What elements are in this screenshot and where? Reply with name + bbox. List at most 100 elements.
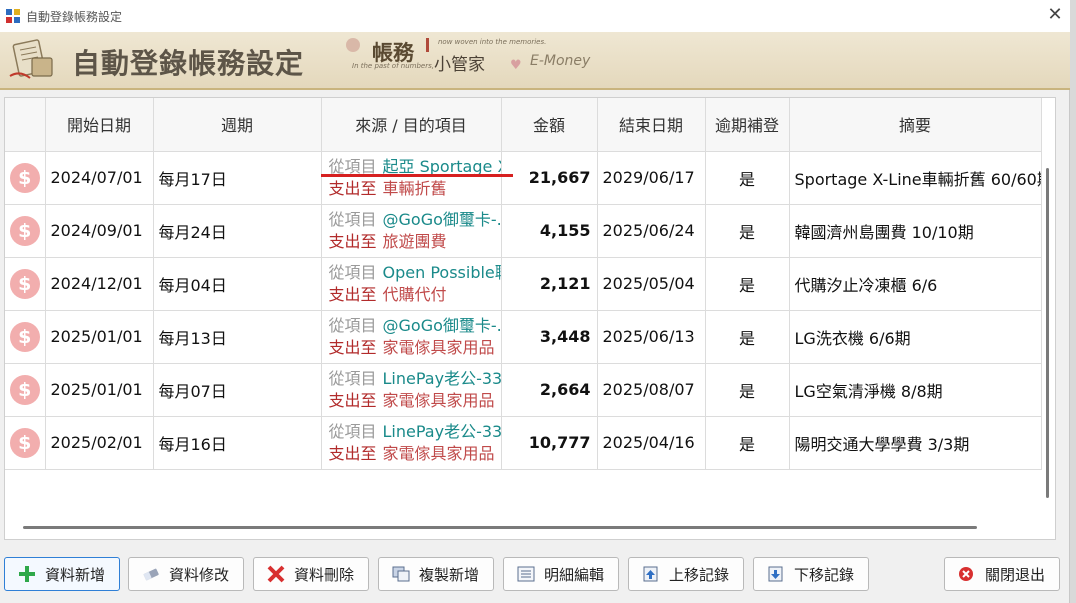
window-title: 自動登錄帳務設定 [26,10,123,24]
cell-memo[interactable]: 韓國濟州島團費 10/10期 [789,204,1042,258]
table-row[interactable]: $ 2025/01/01 每月07日 從項目 LinePay老公-33 支出至 家電… [5,363,1042,417]
cell-source-target[interactable]: 從項目 @GoGo御璽卡-. 支出至 旅遊團費 [321,204,502,258]
delete-record-button[interactable]: 資料刪除 [253,557,369,591]
cell-source-target[interactable]: 從項目 起亞 Sportage X 支出至 車輛折舊 [321,151,502,205]
from-item: @GoGo御璽卡-. [382,209,501,229]
add-record-button[interactable]: 資料新增 [4,557,120,591]
table-row[interactable]: $ 2025/01/01 每月13日 從項目 @GoGo御璽卡-. 支出至 家電傢具… [5,310,1042,364]
cell-memo[interactable]: Sportage X-Line車輛折舊 60/60期 [789,151,1042,205]
detail-edit-button[interactable]: 明細編輯 [503,557,619,591]
cell-cycle[interactable]: 每月13日 [153,310,322,364]
vertical-scrollbar[interactable] [1041,168,1055,508]
cell-memo[interactable]: LG空氣清淨機 8/8期 [789,363,1042,417]
heart-icon: ♥ [510,58,522,73]
cell-cycle[interactable]: 每月16日 [153,416,322,470]
from-label: 從項目 [328,156,377,176]
cell-memo[interactable]: 陽明交通大學學費 3/3期 [789,416,1042,470]
dollar-icon: $ [9,162,40,193]
edit-record-button[interactable]: 資料修改 [128,557,244,591]
from-item: LinePay老公-33 [382,421,501,441]
cell-cycle[interactable]: 每月24日 [153,204,322,258]
cell-late-entry[interactable]: 是 [705,363,790,417]
column-header-start-date[interactable]: 開始日期 [45,98,154,152]
move-down-button[interactable]: 下移記錄 [753,557,869,591]
cell-end-date[interactable]: 2025/05/04 [597,257,706,311]
to-label: 支出至 [328,443,377,463]
column-header-memo[interactable]: 摘要 [789,98,1042,152]
delete-record-label: 資料刪除 [294,565,355,584]
move-up-button[interactable]: 上移記錄 [628,557,744,591]
cell-amount[interactable]: 2,664 [501,363,598,417]
column-header-late-entry[interactable]: 逾期補登 [705,98,790,152]
cell-cycle[interactable]: 每月07日 [153,363,322,417]
table-row[interactable]: $ 2024/07/01 每月17日 從項目 起亞 Sportage X 支出至車… [5,151,1042,205]
dollar-icon: $ [9,374,40,405]
from-label: 從項目 [328,368,377,388]
column-header-end-date[interactable]: 結束日期 [597,98,706,152]
horizontal-scrollbar[interactable] [23,526,977,529]
close-icon[interactable]: ✕ [1046,6,1064,24]
header-row: 開始日期 週期 來源 / 目的項目 金額 結束日期 逾期補登 摘要 [5,98,1042,152]
adjacent-window-edge [1070,0,1076,603]
cell-late-entry[interactable]: 是 [705,204,790,258]
from-item: @GoGo御璽卡-. [382,315,501,335]
from-item: 起亞 Sportage X [382,156,501,176]
cell-source-target[interactable]: 從項目 LinePay老公-33 支出至 家電傢具家用品 [321,416,502,470]
cell-source-target[interactable]: 從項目 @GoGo御璽卡-. 支出至 家電傢具家用品 [321,310,502,364]
from-label: 從項目 [328,421,377,441]
edit-record-label: 資料修改 [169,565,230,584]
cell-cycle[interactable]: 每月04日 [153,257,322,311]
cell-amount[interactable]: 3,448 [501,310,598,364]
app-window: 自動登錄帳務設定 ✕ 自動登錄帳務設定 帳務 now woven into th… [0,0,1070,603]
cell-amount[interactable]: 2,121 [501,257,598,311]
vertical-scroll-thumb[interactable] [1046,168,1049,498]
dollar-icon: $ [9,321,40,352]
table-row[interactable]: $ 2024/09/01 每月24日 從項目 @GoGo御璽卡-. 支出至 旅遊團費… [5,204,1042,258]
to-item: 家電傢具家用品 [382,443,495,463]
cell-memo[interactable]: 代購汐止冷凍櫃 6/6 [789,257,1042,311]
add-record-label: 資料新增 [45,565,106,584]
cell-memo[interactable]: LG洗衣機 6/6期 [789,310,1042,364]
cell-late-entry[interactable]: 是 [705,310,790,364]
ledger-icon [9,39,53,79]
dollar-icon: $ [9,268,40,299]
move-down-icon [768,566,783,582]
cell-start-date[interactable]: 2025/02/01 [45,416,154,470]
cell-start-date[interactable]: 2024/12/01 [45,257,154,311]
cell-amount[interactable]: 10,777 [501,416,598,470]
move-up-icon [643,566,658,582]
cell-end-date[interactable]: 2029/06/17 [597,151,706,205]
copy-add-button[interactable]: 複製新增 [378,557,494,591]
list-detail-icon [517,566,535,582]
cell-end-date[interactable]: 2025/04/16 [597,416,706,470]
column-header-cycle[interactable]: 週期 [153,98,322,152]
cell-cycle[interactable]: 每月17日 [153,151,322,205]
cell-end-date[interactable]: 2025/06/13 [597,310,706,364]
column-header-amount[interactable]: 金額 [501,98,598,152]
cell-end-date[interactable]: 2025/08/07 [597,363,706,417]
cell-late-entry[interactable]: 是 [705,257,790,311]
column-header-source-target[interactable]: 來源 / 目的項目 [321,98,502,152]
cell-late-entry[interactable]: 是 [705,416,790,470]
plus-icon [19,566,35,582]
cell-start-date[interactable]: 2024/09/01 [45,204,154,258]
dollar-icon: $ [9,215,40,246]
cell-amount[interactable]: 21,667 [501,151,598,205]
to-item: 旅遊團費 [382,231,447,251]
cell-start-date[interactable]: 2025/01/01 [45,310,154,364]
cell-start-date[interactable]: 2024/07/01 [45,151,154,205]
banner-title: 自動登錄帳務設定 [72,47,305,80]
close-exit-button[interactable]: 關閉退出 [944,557,1060,591]
cell-source-target[interactable]: 從項目 Open Possible聯 支出至 代購代付 [321,257,502,311]
cell-amount[interactable]: 4,155 [501,204,598,258]
cell-source-target[interactable]: 從項目 LinePay老公-33 支出至 家電傢具家用品 [321,363,502,417]
table-row[interactable]: $ 2024/12/01 每月04日 從項目 Open Possible聯 支出至… [5,257,1042,311]
to-item: 代購代付 [382,284,447,304]
to-label: 支出至 [328,337,377,357]
title-bar: 自動登錄帳務設定 ✕ [0,0,1070,32]
cell-late-entry[interactable]: 是 [705,151,790,205]
cell-end-date[interactable]: 2025/06/24 [597,204,706,258]
cell-start-date[interactable]: 2025/01/01 [45,363,154,417]
dollar-icon: $ [9,427,40,458]
table-row[interactable]: $ 2025/02/01 每月16日 從項目 LinePay老公-33 支出至 家電… [5,416,1042,470]
